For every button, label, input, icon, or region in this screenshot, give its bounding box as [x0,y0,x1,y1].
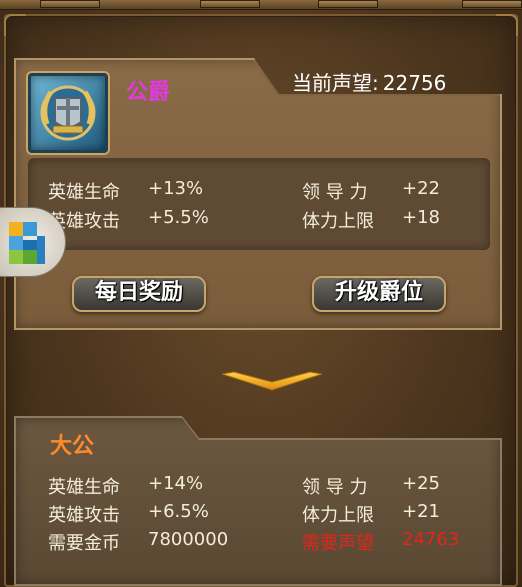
border-ornament [318,0,378,8]
next-stamina-cap-stat: 体力上限 +21 [302,501,440,527]
stat-label: 需要声望 [302,533,374,554]
border-ornament [40,0,100,8]
stat-label: 英雄生命 [48,182,120,203]
stat-value: +18 [402,207,440,228]
helmet-laurel-icon [28,73,108,153]
stat-label: 英雄生命 [48,477,120,498]
current-rank-stats [28,158,490,250]
current-reputation: 当前声望: 22756 [292,67,446,96]
floating-assistant-button[interactable] [0,207,66,277]
border-ornament [462,0,522,8]
next-hero-life-stat: 英雄生命 +14% [48,473,203,499]
upgrade-rank-button[interactable]: 升级爵位 [312,276,446,312]
daily-reward-button[interactable]: 每日奖励 [72,276,206,312]
border-ornament [200,0,260,8]
chevron-down-icon [221,371,323,391]
hero-life-stat: 英雄生命 +13% [48,178,203,204]
gold-required-stat: 需要金币 7800000 [48,529,228,555]
stat-value: +5.5% [148,207,209,228]
stat-label: 需要金币 [48,533,120,554]
stat-value: +6.5% [148,501,209,522]
stat-value: +22 [402,178,440,199]
frame-corner-ornament [4,14,26,36]
stat-label: 英雄攻击 [48,505,120,526]
stat-label: 领 导 力 [302,182,368,203]
reputation-label: 当前声望: [292,71,379,95]
stamina-cap-stat: 体力上限 +18 [302,207,440,233]
frame-corner-ornament [496,14,518,36]
stat-label: 领 导 力 [302,477,368,498]
stat-value: +14% [148,473,204,494]
stat-value: +13% [148,178,204,199]
stat-label: 体力上限 [302,211,374,232]
reputation-required-stat: 需要声望 24763 [302,529,459,555]
top-border-strip [0,0,522,10]
stat-value: 7800000 [148,529,229,550]
current-rank-name: 公爵 [126,80,171,105]
stat-label: 体力上限 [302,505,374,526]
stat-value: +25 [402,473,440,494]
leadership-stat: 领 导 力 +22 [302,178,440,204]
stat-value: +21 [402,501,440,522]
next-hero-attack-stat: 英雄攻击 +6.5% [48,501,209,527]
g-cube-icon [9,222,45,264]
reputation-value: 22756 [382,71,447,95]
next-leadership-stat: 领 导 力 +25 [302,473,440,499]
next-rank-name: 大公 [50,434,95,459]
stat-value: 24763 [402,529,460,550]
